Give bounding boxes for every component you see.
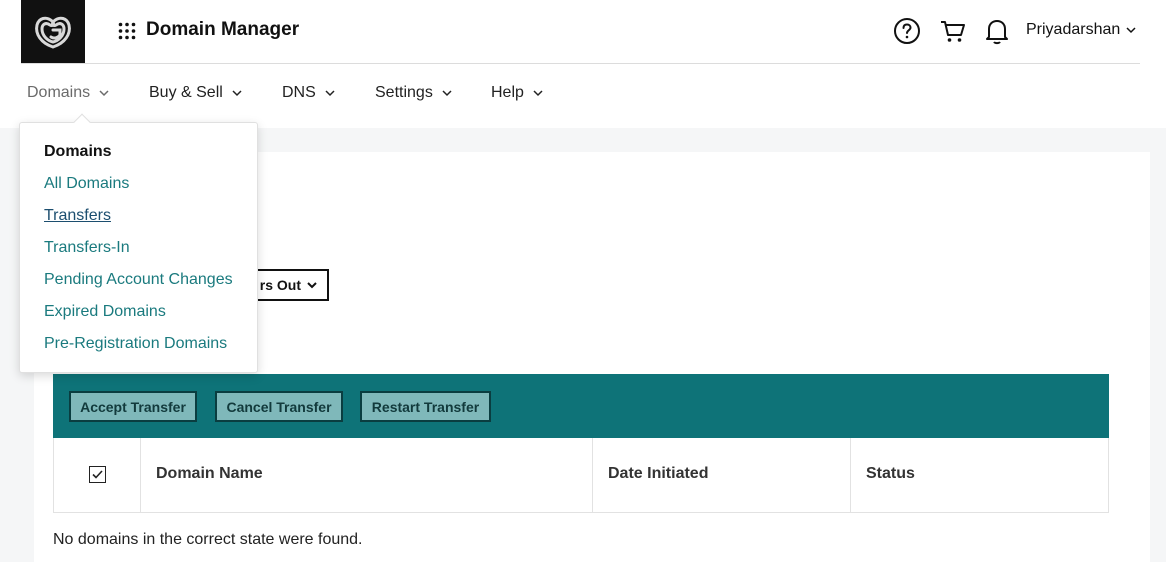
menu-item-pre-registration-domains[interactable]: Pre-Registration Domains <box>44 335 227 353</box>
notification-bell-icon[interactable] <box>982 16 1012 46</box>
chevron-down-icon <box>1126 26 1136 33</box>
empty-state-message: No domains in the correct state were fou… <box>53 531 363 548</box>
cancel-transfer-button[interactable]: Cancel Transfer <box>215 391 343 422</box>
column-divider <box>592 438 593 512</box>
nav-help-label: Help <box>491 84 524 101</box>
logo-icon <box>35 16 71 49</box>
menu-item-transfers[interactable]: Transfers <box>44 207 111 225</box>
godaddy-logo[interactable] <box>21 0 85 63</box>
checkmark-icon <box>92 470 103 479</box>
filter-value: rs Out <box>259 277 301 293</box>
app-title[interactable]: Domain Manager <box>146 19 299 41</box>
menu-item-all-domains[interactable]: All Domains <box>44 175 129 193</box>
column-header-status[interactable]: Status <box>866 465 915 483</box>
apps-grid-icon[interactable] <box>118 22 136 40</box>
menu-item-transfers-in[interactable]: Transfers-In <box>44 239 130 257</box>
header-divider <box>21 63 1140 64</box>
chevron-down-icon <box>307 281 317 288</box>
chevron-down-icon <box>442 89 452 96</box>
chevron-down-icon <box>325 89 335 96</box>
nav-domains-label: Domains <box>27 84 91 101</box>
main-nav: Domains Buy & Sell DNS Settings Help <box>0 84 1166 108</box>
nav-dns-label: DNS <box>282 84 316 101</box>
column-divider <box>140 438 141 512</box>
user-name: Priyadarshan <box>1026 21 1121 38</box>
chevron-down-icon <box>533 89 543 96</box>
top-header: Domain Manager Priyadarshan Domains Buy … <box>0 0 1166 128</box>
column-header-date-initiated[interactable]: Date Initiated <box>608 465 708 483</box>
column-header-domain-name[interactable]: Domain Name <box>156 465 263 483</box>
dropdown-heading: Domains <box>44 143 112 160</box>
table-header-row: Domain Name Date Initiated Status <box>53 438 1109 513</box>
nav-dns[interactable]: DNS <box>282 84 335 102</box>
nav-buy-sell[interactable]: Buy & Sell <box>149 84 242 102</box>
column-divider <box>850 438 851 512</box>
chevron-down-icon <box>99 89 109 96</box>
select-all-checkbox[interactable] <box>89 466 106 483</box>
nav-help[interactable]: Help <box>491 84 543 102</box>
nav-settings-label: Settings <box>375 84 433 101</box>
menu-item-expired-domains[interactable]: Expired Domains <box>44 303 166 321</box>
restart-transfer-button[interactable]: Restart Transfer <box>360 391 491 422</box>
user-menu[interactable]: Priyadarshan <box>1026 21 1136 39</box>
chevron-down-icon <box>232 89 242 96</box>
cart-icon[interactable] <box>938 16 968 46</box>
bulk-action-toolbar: Accept Transfer Cancel Transfer Restart … <box>53 374 1109 438</box>
nav-settings[interactable]: Settings <box>375 84 452 102</box>
domains-dropdown-menu: Domains All Domains Transfers Transfers-… <box>19 113 258 373</box>
menu-item-pending-account-changes[interactable]: Pending Account Changes <box>44 271 233 289</box>
nav-buy-sell-label: Buy & Sell <box>149 84 223 101</box>
nav-domains[interactable]: Domains <box>27 84 109 102</box>
help-icon[interactable] <box>892 16 922 46</box>
accept-transfer-button[interactable]: Accept Transfer <box>69 391 197 422</box>
